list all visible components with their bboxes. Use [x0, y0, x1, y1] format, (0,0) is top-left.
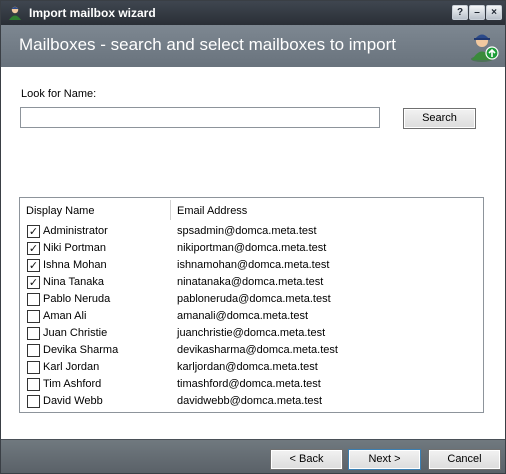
- mailbox-checkbox[interactable]: [27, 344, 40, 357]
- display-name-cell: Karl Jordan: [43, 361, 100, 373]
- mailbox-row[interactable]: ✓ Administrator spsadmin@domca.meta.test: [20, 223, 483, 240]
- mailbox-row[interactable]: Pablo Neruda pabloneruda@domca.meta.test: [20, 291, 483, 308]
- display-name-cell: Administrator: [43, 225, 108, 237]
- wizard-footer: < Back Next > Cancel: [1, 439, 505, 473]
- email-address-cell: nikiportman@domca.meta.test: [177, 242, 327, 254]
- next-button[interactable]: Next >: [348, 449, 421, 470]
- display-name-cell: Juan Christie: [43, 327, 108, 339]
- cancel-button[interactable]: Cancel: [428, 449, 501, 470]
- mailbox-list[interactable]: Display Name Email Address ✓ Administrato…: [19, 197, 484, 413]
- display-name-cell: Pablo Neruda: [43, 293, 111, 305]
- display-name-cell: Ishna Mohan: [43, 259, 107, 271]
- display-name-cell: Aman Ali: [43, 310, 87, 322]
- help-button[interactable]: ?: [452, 5, 468, 20]
- column-divider[interactable]: [170, 200, 171, 220]
- close-button[interactable]: ×: [486, 5, 502, 20]
- email-address-cell: spsadmin@domca.meta.test: [177, 225, 317, 237]
- column-email-address[interactable]: Email Address: [177, 205, 247, 217]
- mailbox-row[interactable]: David Webb davidwebb@domca.meta.test: [20, 393, 483, 410]
- look-for-name-label: Look for Name:: [21, 88, 97, 100]
- email-address-cell: ninatanaka@domca.meta.test: [177, 276, 324, 288]
- mailbox-row[interactable]: ✓ Niki Portman nikiportman@domca.meta.test: [20, 240, 483, 257]
- mailbox-row[interactable]: ✓ Nina Tanaka ninatanaka@domca.meta.test: [20, 274, 483, 291]
- mailbox-row[interactable]: Devika Sharma devikasharma@domca.meta.tes…: [20, 342, 483, 359]
- column-display-name[interactable]: Display Name: [26, 205, 94, 217]
- wizard-header: Mailboxes - search and select mailboxes …: [1, 25, 505, 67]
- mailbox-row[interactable]: Tim Ashford timashford@domca.meta.test: [20, 376, 483, 393]
- mailbox-checkbox[interactable]: [27, 327, 40, 340]
- user-add-icon: [471, 34, 499, 62]
- app-icon: [9, 6, 21, 20]
- email-address-cell: pabloneruda@domca.meta.test: [177, 293, 331, 305]
- mailbox-row[interactable]: ✓ Ishna Mohan ishnamohan@domca.meta.test: [20, 257, 483, 274]
- page-title: Mailboxes - search and select mailboxes …: [19, 35, 396, 54]
- mailbox-checkbox[interactable]: ✓: [27, 242, 40, 255]
- mailbox-row[interactable]: Karl Jordan karljordan@domca.meta.test: [20, 359, 483, 376]
- display-name-cell: David Webb: [43, 395, 103, 407]
- minimize-button[interactable]: –: [469, 5, 485, 20]
- email-address-cell: amanali@domca.meta.test: [177, 310, 309, 322]
- email-address-cell: ishnamohan@domca.meta.test: [177, 259, 330, 271]
- email-address-cell: juanchristie@domca.meta.test: [177, 327, 326, 339]
- mailbox-checkbox[interactable]: [27, 310, 40, 323]
- display-name-cell: Nina Tanaka: [43, 276, 104, 288]
- mailbox-checkbox[interactable]: ✓: [27, 276, 40, 289]
- back-button[interactable]: < Back: [270, 449, 343, 470]
- title-bar[interactable]: Import mailbox wizard ? – ×: [1, 1, 505, 25]
- window-title: Import mailbox wizard: [29, 6, 156, 20]
- mailbox-checkbox[interactable]: ✓: [27, 225, 40, 238]
- mailbox-checkbox[interactable]: [27, 395, 40, 408]
- mailbox-checkbox[interactable]: ✓: [27, 259, 40, 272]
- email-address-cell: davidwebb@domca.meta.test: [177, 395, 323, 407]
- search-button[interactable]: Search: [403, 108, 476, 129]
- display-name-cell: Tim Ashford: [43, 378, 102, 390]
- list-header: Display Name Email Address: [20, 198, 483, 223]
- name-search-input[interactable]: [20, 107, 380, 128]
- mailbox-row[interactable]: Juan Christie juanchristie@domca.meta.tes…: [20, 325, 483, 342]
- mailbox-row[interactable]: Aman Ali amanali@domca.meta.test: [20, 308, 483, 325]
- mailbox-checkbox[interactable]: [27, 361, 40, 374]
- mailbox-checkbox[interactable]: [27, 378, 40, 391]
- display-name-cell: Devika Sharma: [43, 344, 119, 356]
- email-address-cell: devikasharma@domca.meta.test: [177, 344, 338, 356]
- email-address-cell: karljordan@domca.meta.test: [177, 361, 318, 373]
- display-name-cell: Niki Portman: [43, 242, 106, 254]
- wizard-window: Import mailbox wizard ? – × Mailboxes - …: [0, 0, 506, 474]
- mailbox-checkbox[interactable]: [27, 293, 40, 306]
- email-address-cell: timashford@domca.meta.test: [177, 378, 321, 390]
